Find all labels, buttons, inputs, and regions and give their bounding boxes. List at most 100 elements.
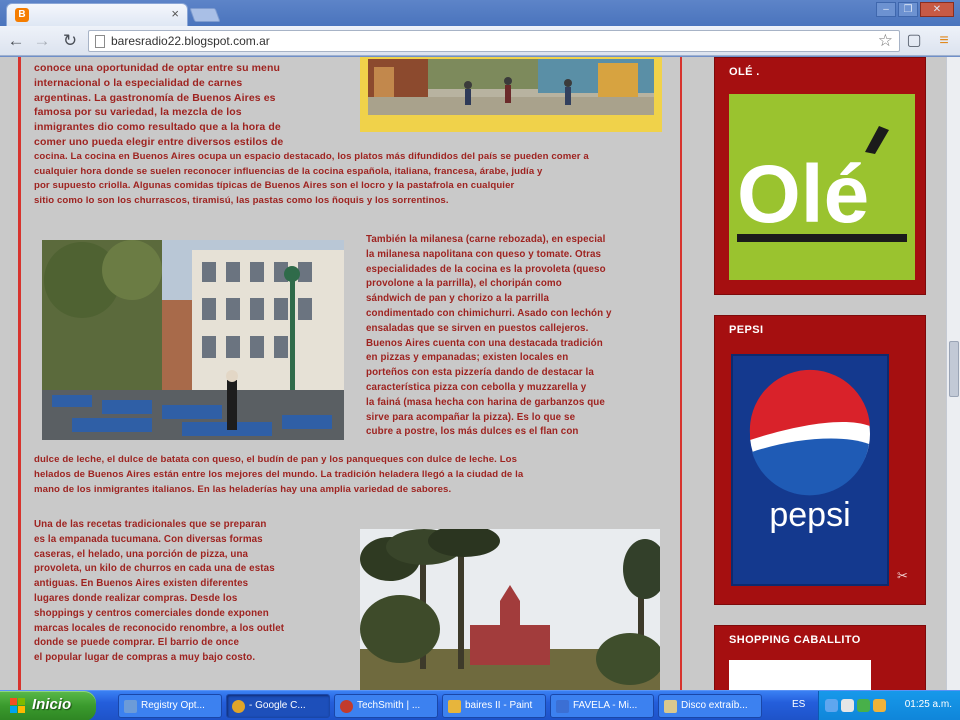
task-label: TechSmith | ... — [357, 700, 421, 711]
media-icon — [556, 700, 569, 713]
text-line: helados de Buenos Aires están entre los … — [34, 468, 524, 480]
widget-title: OLÉ . — [729, 66, 760, 78]
post-paragraph-4: Una de las recetas tradicionales que se … — [34, 518, 350, 666]
minimize-icon[interactable]: – — [876, 2, 896, 17]
taskbar-item-registry[interactable]: Registry Opt... — [118, 694, 222, 718]
tools-icon[interactable]: ✂ — [897, 568, 908, 584]
task-label: baires II - Paint — [465, 700, 533, 711]
text-line: sirve para acompañar la pizza). Es lo qu… — [366, 411, 576, 423]
pepsi-logo-link[interactable]: pepsi — [731, 354, 889, 586]
widget-title: PEPSI — [729, 324, 764, 336]
text-line: lugares donde realizar compras. Desde lo… — [34, 592, 238, 604]
text-line: inmigrantes dio como resultado que a la … — [34, 121, 281, 134]
taskbar-item-disco[interactable]: Disco extraíb... — [658, 694, 762, 718]
pepsi-widget: PEPSI pepsi ✂ — [714, 315, 926, 605]
new-tab-button[interactable] — [189, 8, 221, 22]
text-line: por supuesto criolla. Algunas comidas tí… — [34, 180, 515, 192]
taskbar-item-paint[interactable]: baires II - Paint — [442, 694, 546, 718]
text-line: Buenos Aires cuenta con una destacada tr… — [366, 337, 603, 349]
post-paragraph-3: dulce de leche, el dulce de batata con q… — [34, 453, 674, 497]
text-line: argentinas. La gastronomía de Buenos Air… — [34, 91, 276, 104]
clock: 01:25 a.m. — [904, 699, 952, 710]
chrome-icon — [232, 700, 245, 713]
language-indicator[interactable]: ES — [792, 699, 805, 710]
ole-widget: OLÉ . Olé — [714, 57, 926, 295]
close-window-icon[interactable]: ✕ — [920, 2, 954, 17]
web-page: conoce una oportunidad de optar entre su… — [0, 57, 946, 690]
forward-icon[interactable]: → — [32, 31, 52, 51]
update-icon[interactable] — [873, 699, 886, 712]
drive-icon — [664, 700, 677, 713]
reload-icon[interactable]: ↻ — [60, 31, 80, 51]
text-line: la milanesa napolitana con queso y tomat… — [366, 248, 602, 260]
restore-icon[interactable]: ❐ — [898, 2, 918, 17]
start-label: Inicio — [32, 696, 72, 713]
widget-title: SHOPPING CABALLITO — [729, 634, 861, 646]
security-icon[interactable] — [857, 699, 870, 712]
paint-icon — [448, 700, 461, 713]
url-text: baresradio22.blogspot.com.ar — [111, 34, 270, 48]
registry-icon — [124, 700, 137, 713]
bookmark-star-icon[interactable]: ☆ — [878, 31, 893, 51]
text-line: especialidades de la cocina es la provol… — [366, 263, 606, 275]
shopping-widget: SHOPPING CABALLITO — [714, 625, 926, 690]
text-line: sándwich de pan y chorizo a la parrilla — [366, 293, 550, 305]
network-icon[interactable] — [825, 699, 838, 712]
text-line: shoppings y centros comerciales donde ex… — [34, 607, 269, 619]
page-menu-icon[interactable]: ▢ — [904, 31, 924, 51]
page-icon — [95, 35, 105, 48]
post-border-right — [680, 57, 682, 690]
text-line: condimentado con chimichurri. Asado con … — [366, 307, 612, 319]
address-bar[interactable]: baresradio22.blogspot.com.ar ☆ — [88, 30, 900, 52]
system-tray: 01:25 a.m. — [818, 691, 960, 720]
task-label: Registry Opt... — [141, 700, 205, 711]
pepsi-logo: pepsi — [733, 356, 887, 584]
text-line: cocina. La cocina en Buenos Aires ocupa … — [34, 150, 589, 162]
text-line: cualquier hora donde se suelen reconocer… — [34, 165, 543, 177]
text-line: famosa por su variedad, la mezcla de los — [34, 106, 242, 119]
vertical-scrollbar[interactable] — [946, 57, 960, 690]
scrollbar-thumb[interactable] — [949, 341, 959, 397]
wrench-menu-icon[interactable]: ≡ — [934, 31, 954, 51]
post-border-left — [18, 57, 21, 690]
browser-tab[interactable]: B × — [6, 3, 188, 26]
text-line: caseras, el helado, una porción de pizza… — [34, 548, 249, 560]
techsmith-icon — [340, 700, 353, 713]
taskbar: Inicio Registry Opt... - Google C... Tec… — [0, 690, 960, 720]
start-button[interactable]: Inicio — [0, 691, 96, 720]
text-line: dulce de leche, el dulce de batata con q… — [34, 454, 518, 465]
text-line: provolone a la parrilla), el choripán co… — [366, 278, 562, 290]
text-line: internacional o la especialidad de carne… — [34, 76, 243, 89]
back-icon[interactable]: ← — [6, 31, 26, 51]
taskbar-item-techsmith[interactable]: TechSmith | ... — [334, 694, 438, 718]
text-line: marcas locales de reconocido renombre, a… — [34, 622, 285, 634]
text-line: donde se puede comprar. El barrio de onc… — [34, 637, 239, 649]
browser-toolbar: ← → ↻ baresradio22.blogspot.com.ar ☆ ▢ ≡ — [0, 26, 960, 56]
pepsi-logo-text: pepsi — [769, 496, 850, 534]
text-line: mano de los inmigrantes italianos. En la… — [34, 483, 452, 495]
volume-icon[interactable] — [841, 699, 854, 712]
text-line: la fainá (masa hecha con harina de garba… — [366, 396, 605, 408]
task-label: FAVELA - Mi... — [573, 700, 638, 711]
taskbar-item-favela[interactable]: FAVELA - Mi... — [550, 694, 654, 718]
taskbar-item-chrome[interactable]: - Google C... — [226, 694, 330, 718]
text-line: Una de las recetas tradicionales que se … — [34, 519, 267, 530]
shopping-image[interactable] — [729, 660, 871, 690]
text-line: característica pizza con cebolla y muzza… — [366, 381, 587, 393]
text-line: el popular lugar de compras a muy bajo c… — [34, 652, 256, 664]
text-line: comer uno pueda elegir entre diversos es… — [34, 135, 284, 148]
text-line: porteños con esta pizzería dando de dest… — [366, 367, 594, 379]
ole-logo-link[interactable]: Olé — [729, 94, 915, 280]
windows-logo-icon — [10, 698, 26, 714]
close-tab-icon[interactable]: × — [171, 6, 179, 21]
text-line: También la milanesa (carne rebozada), en… — [366, 234, 606, 245]
ole-logo: Olé — [729, 94, 915, 280]
task-label: - Google C... — [249, 700, 306, 711]
park-photo — [360, 529, 660, 690]
text-line: antiguas. En Buenos Aires existen difere… — [34, 578, 249, 590]
text-line: conoce una oportunidad de optar entre su… — [34, 62, 281, 74]
post-paragraph-1: conoce una oportunidad de optar entre su… — [34, 61, 674, 209]
text-line: cubre a postre, los más dulces es el fla… — [366, 426, 579, 438]
blogger-icon: B — [15, 8, 29, 22]
cafe-photo — [42, 240, 344, 440]
